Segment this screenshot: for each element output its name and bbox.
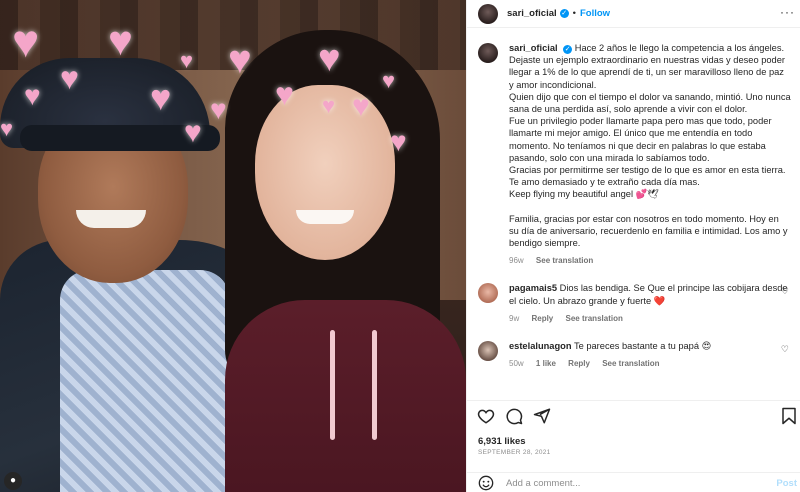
heart-filter-icon: ♥ [318,38,341,80]
heart-filter-icon: ♥ [322,93,336,118]
post-actions: 6,931 likes SEPTEMBER 28, 2021 Post [467,400,800,492]
heart-filter-icon: ♥ [184,116,202,149]
reply-button[interactable]: Reply [568,359,590,368]
caption-meta: 96w See translation [509,255,791,267]
heart-filter-icon: ♥ [390,126,407,157]
verified-badge-icon: ✓ [563,45,573,54]
more-options-icon[interactable]: ··· [780,6,795,18]
avatar[interactable] [478,283,498,304]
caption-text: Keep flying my beautiful angel 💕🕊 [509,189,659,200]
caption-text: Gracias por permitirme ser testigo de lo… [509,165,786,176]
comment-likes[interactable]: 1 like [536,359,556,368]
comment-username[interactable]: estelalunagon [509,341,572,351]
like-comment-heart-icon[interactable]: ♡ [781,344,789,355]
comments-list[interactable]: sari_oficial ✓ Hace 2 años le llego la c… [467,28,800,400]
likes-count[interactable]: 6,931 likes [478,436,526,447]
photo-girl-smile [296,210,354,224]
comment-item: estelalunagon Te pareces bastante a tu p… [478,340,791,370]
post-comment-button[interactable]: Post [776,478,797,489]
follow-button[interactable]: Follow [580,8,610,19]
heart-filter-icon: ♥ [108,17,133,64]
comment-body: estelalunagon Te pareces bastante a tu p… [509,340,791,370]
heart-filter-icon: ♥ [24,80,41,111]
comment-timestamp[interactable]: 9w [509,314,519,323]
header-username[interactable]: sari_oficial [507,8,557,19]
like-comment-heart-icon[interactable]: ♡ [781,286,789,297]
avatar[interactable] [478,341,498,362]
comment-meta: 9w Reply See translation [509,313,791,325]
heart-filter-icon: ♥ [60,60,79,96]
comment-meta: 50w 1 like Reply See translation [509,358,791,370]
see-translation-link[interactable]: See translation [602,359,659,368]
emoji-icon[interactable] [478,475,494,491]
comment-input[interactable] [506,477,756,489]
add-comment-bar: Post [467,472,800,492]
photo-hoodie-string [330,330,335,440]
see-translation-link[interactable]: See translation [536,256,593,265]
see-translation-link[interactable]: See translation [566,314,623,323]
reply-button[interactable]: Reply [531,314,553,323]
caption-body: sari_oficial ✓ Hace 2 años le llego la c… [509,42,791,267]
bookmark-icon[interactable] [781,407,797,425]
instagram-post-modal: ♥ ♥ ♥ ♥ ♥ ♥ ♥ ♥ ♥ ♥ ♥ ♥ ♥ ♥ ♥ ♥ ● sari_o… [0,0,800,492]
post-side-panel: sari_oficial ✓ • Follow ··· sari_oficial… [466,0,800,492]
heart-filter-icon: ♥ [275,76,294,112]
comment-username[interactable]: pagamais5 [509,283,557,293]
caption-text: Quien dijo que con el tiempo el dolor va… [509,91,791,115]
photo-man-shirt [60,270,230,492]
caption-timestamp[interactable]: 96w [509,256,524,265]
photo-hoodie [225,300,466,492]
heart-filter-icon: ♥ [210,94,227,125]
post-date[interactable]: SEPTEMBER 28, 2021 [478,449,551,456]
comment-item: pagamais5 Dios las bendiga. Se Que el pr… [478,282,791,325]
caption: sari_oficial ✓ Hace 2 años le llego la c… [478,42,791,267]
verified-badge-icon: ✓ [559,9,569,18]
share-send-icon[interactable] [533,407,551,425]
comment-timestamp[interactable]: 50w [509,359,524,368]
caption-text: Fue un privilegio poder llamarte papa pe… [509,116,772,163]
photo-man-smile [76,210,146,228]
comment-body: pagamais5 Dios las bendiga. Se Que el pr… [509,282,791,325]
caption-username[interactable]: sari_oficial [509,43,558,53]
avatar[interactable] [478,43,498,63]
caption-text: Familia, gracias por estar con nosotros … [509,213,788,249]
post-photo[interactable]: ♥ ♥ ♥ ♥ ♥ ♥ ♥ ♥ ♥ ♥ ♥ ♥ ♥ ♥ ♥ ♥ ● [0,0,466,492]
header-separator: • [572,8,576,19]
heart-filter-icon: ♥ [12,15,40,67]
heart-filter-icon: ♥ [382,68,396,93]
heart-filter-icon: ♥ [352,90,370,123]
avatar[interactable] [478,3,498,24]
action-icons [477,407,561,425]
comment-bubble-icon[interactable] [505,407,523,425]
heart-filter-icon: ♥ [228,38,252,82]
person-icon[interactable]: ● [4,472,22,490]
heart-filter-icon: ♥ [150,77,172,118]
post-header: sari_oficial ✓ • Follow ··· [467,0,800,28]
heart-filter-icon: ♥ [180,48,194,73]
like-heart-icon[interactable] [477,407,495,425]
photo-hoodie-string [372,330,377,440]
caption-text: Te amo demasiado y te extraño cada día m… [509,177,700,188]
comment-text: Te pareces bastante a tu papá 😍 [573,341,712,352]
heart-filter-icon: ♥ [0,116,14,141]
